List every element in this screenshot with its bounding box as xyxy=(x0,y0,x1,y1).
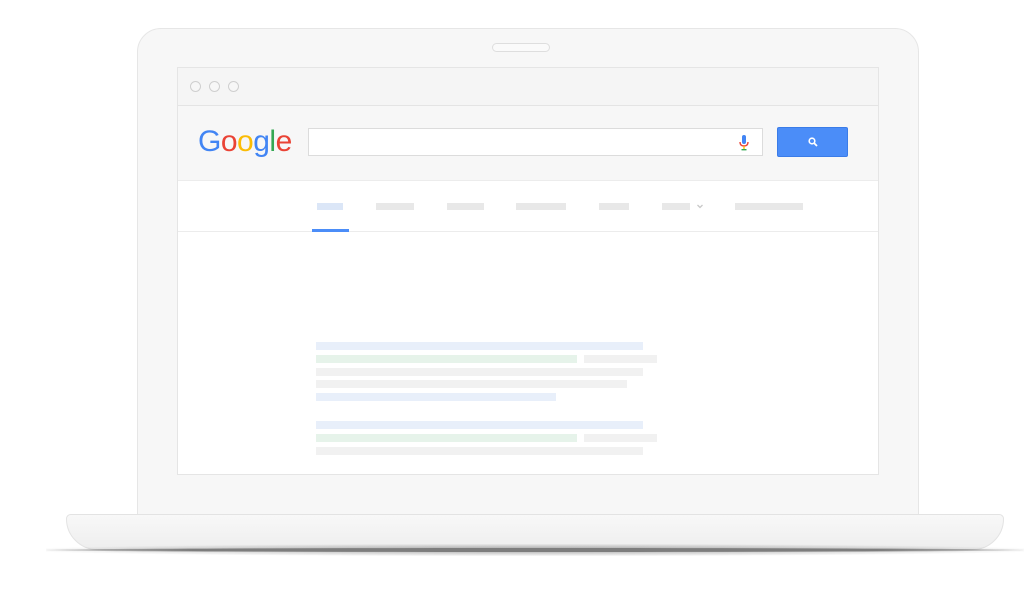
google-logo[interactable]: Google xyxy=(198,122,292,162)
result-meta-2 xyxy=(584,434,657,442)
chevron-down-icon[interactable] xyxy=(696,202,704,210)
result-snippet-1a xyxy=(316,368,643,376)
result-url-1 xyxy=(316,355,577,363)
tab-tools[interactable] xyxy=(735,203,803,210)
browser-titlebar xyxy=(178,68,878,106)
window-close-dot[interactable] xyxy=(190,81,201,92)
laptop-base-edge xyxy=(46,548,1024,552)
logo-letter: o xyxy=(220,125,238,158)
result-meta-1 xyxy=(584,355,657,363)
result-title-2[interactable] xyxy=(316,421,643,429)
result-snippet-1c xyxy=(316,393,556,401)
tab-all[interactable] xyxy=(317,203,343,210)
logo-letter: g xyxy=(253,125,270,158)
tab-4[interactable] xyxy=(516,203,566,210)
laptop-camera xyxy=(492,43,550,52)
search-button[interactable] xyxy=(777,127,848,157)
search-input[interactable] xyxy=(308,128,763,156)
result-url-2 xyxy=(316,434,577,442)
search-tabs xyxy=(178,182,878,232)
search-icon xyxy=(807,137,818,147)
browser-window: Google xyxy=(177,67,879,475)
window-maximize-dot[interactable] xyxy=(228,81,239,92)
logo-letter: G xyxy=(198,125,221,158)
microphone-icon[interactable] xyxy=(738,135,750,151)
search-header: Google xyxy=(178,106,878,181)
result-snippet-1b xyxy=(316,380,627,388)
result-snippet-2a xyxy=(316,447,643,455)
active-tab-indicator xyxy=(312,229,349,232)
window-minimize-dot[interactable] xyxy=(209,81,220,92)
tab-3[interactable] xyxy=(447,203,484,210)
tab-5[interactable] xyxy=(599,203,629,210)
logo-letter: o xyxy=(237,125,254,158)
result-title-1[interactable] xyxy=(316,342,643,350)
tab-more[interactable] xyxy=(662,203,690,210)
logo-letter: e xyxy=(275,125,293,158)
tab-2[interactable] xyxy=(376,203,414,210)
